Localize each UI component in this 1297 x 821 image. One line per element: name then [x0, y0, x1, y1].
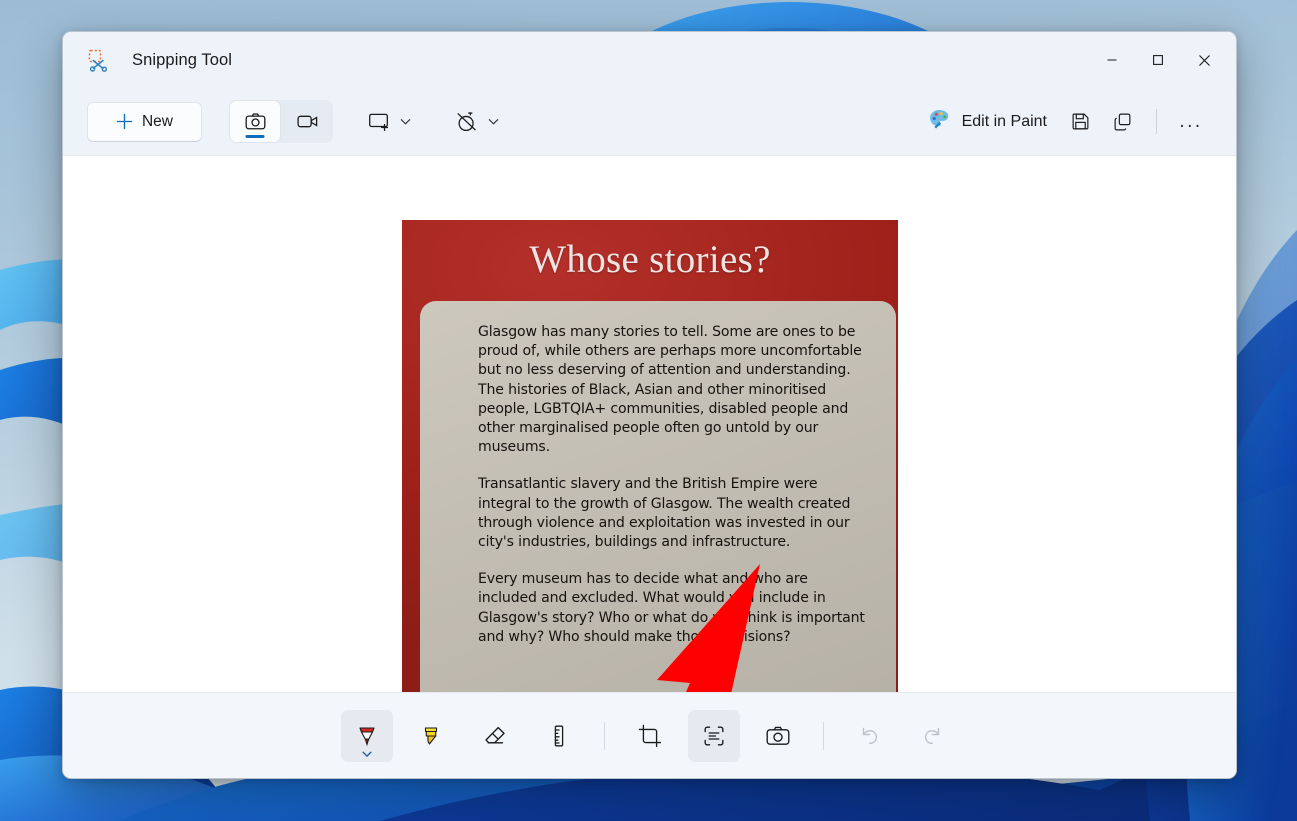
window-controls [1089, 32, 1227, 88]
close-icon [1198, 54, 1211, 67]
copy-icon [1112, 111, 1133, 132]
minimize-icon [1106, 54, 1118, 66]
edit-tools-toolbar [63, 692, 1236, 778]
sign-heading: Whose stories? [402, 237, 898, 282]
text-actions-icon [700, 722, 728, 750]
minimize-button[interactable] [1089, 32, 1135, 88]
command-bar: New [63, 88, 1236, 156]
edit-in-paint-button[interactable]: Edit in Paint [916, 102, 1059, 142]
snipping-tool-icon [87, 48, 111, 72]
ballpoint-pen-icon [353, 722, 381, 750]
maximize-button[interactable] [1135, 32, 1181, 88]
paint-palette-icon [928, 108, 950, 135]
rectangle-snip-icon [367, 110, 390, 133]
sign-paragraph-1: Glasgow has many stories to tell. Some a… [478, 323, 870, 457]
ruler-icon [545, 722, 573, 750]
sign-paragraph-3: Every museum has to decide what and who … [478, 570, 870, 647]
command-bar-right-group: Edit in Paint ... [916, 102, 1212, 142]
eraser-tool[interactable] [469, 710, 521, 762]
highlighter-icon [417, 722, 445, 750]
image-actions-tool[interactable] [752, 710, 804, 762]
command-bar-divider [1156, 109, 1157, 134]
redo-button[interactable] [907, 710, 959, 762]
record-mode-button[interactable] [281, 100, 333, 143]
capture-mode-group [229, 100, 333, 143]
chevron-down-icon [399, 115, 412, 128]
ruler-tool[interactable] [533, 710, 585, 762]
redo-icon [919, 722, 947, 750]
window-title: Snipping Tool [132, 51, 232, 70]
video-camera-icon [296, 110, 319, 133]
maximize-icon [1152, 54, 1164, 66]
snip-mode-button[interactable] [229, 100, 281, 143]
copy-button[interactable] [1101, 102, 1143, 142]
sign-text-panel: Glasgow has many stories to tell. Some a… [420, 301, 896, 692]
chevron-down-icon [487, 115, 500, 128]
ballpoint-pen-tool[interactable] [341, 710, 393, 762]
undo-icon [855, 722, 883, 750]
save-floppy-icon [1070, 111, 1091, 132]
timer-off-icon [455, 110, 478, 133]
crop-tool[interactable] [624, 710, 676, 762]
snipping-tool-window: Snipping Tool [62, 31, 1237, 779]
camera-icon [764, 722, 792, 750]
plus-icon [116, 113, 133, 130]
new-snip-button[interactable]: New [87, 102, 202, 142]
camera-icon [244, 110, 267, 133]
more-options-button[interactable]: ... [1170, 102, 1212, 142]
delay-dropdown[interactable] [446, 102, 509, 142]
save-button[interactable] [1059, 102, 1101, 142]
new-snip-label: New [142, 113, 173, 131]
snip-shape-dropdown[interactable] [358, 102, 421, 142]
toolbar-divider-1 [604, 722, 605, 750]
toolbar-divider-2 [823, 722, 824, 750]
snip-canvas[interactable]: Whose stories? Glasgow has many stories … [63, 156, 1236, 692]
more-options-icon: ... [1179, 116, 1202, 128]
crop-icon [636, 722, 664, 750]
close-button[interactable] [1181, 32, 1227, 88]
eraser-icon [481, 722, 509, 750]
highlighter-tool[interactable] [405, 710, 457, 762]
text-actions-tool[interactable] [688, 710, 740, 762]
edit-in-paint-label: Edit in Paint [962, 113, 1047, 131]
title-bar: Snipping Tool [63, 32, 1236, 88]
sign-paragraph-2: Transatlantic slavery and the British Em… [478, 475, 870, 552]
captured-screenshot-image[interactable]: Whose stories? Glasgow has many stories … [402, 220, 898, 692]
chevron-down-icon [361, 748, 373, 760]
undo-button[interactable] [843, 710, 895, 762]
